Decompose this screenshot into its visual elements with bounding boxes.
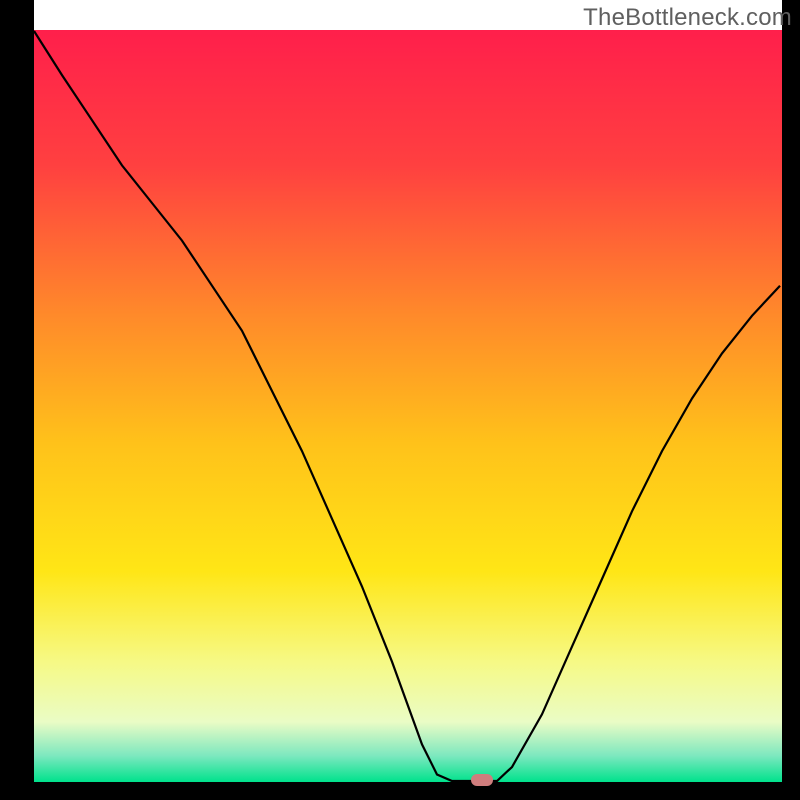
frame-right [782, 0, 800, 800]
watermark-text: TheBottleneck.com [583, 4, 792, 32]
optimum-marker [471, 774, 493, 786]
plot-svg [0, 0, 800, 800]
frame-bottom [0, 782, 800, 800]
plot-background [32, 30, 782, 782]
frame-left [0, 0, 34, 800]
chart-container: { "watermark": "TheBottleneck.com", "col… [0, 0, 800, 800]
